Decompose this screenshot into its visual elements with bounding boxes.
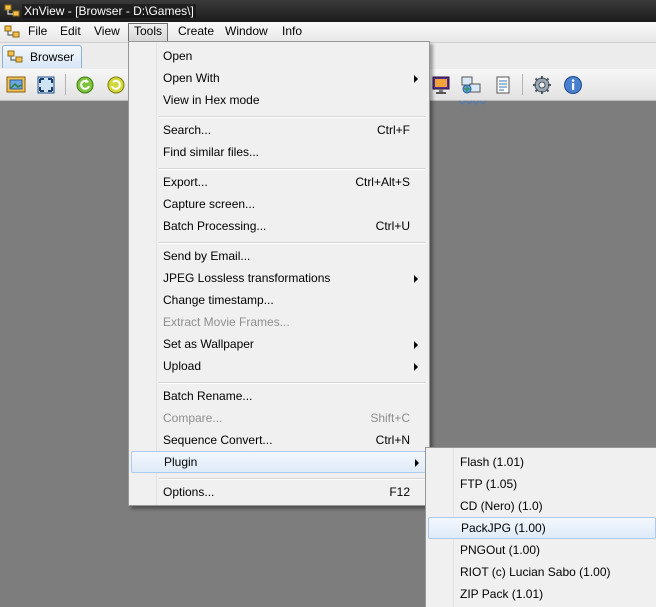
menu-separator <box>159 478 425 480</box>
menu-separator <box>159 242 425 244</box>
menu-item-label: Compare... <box>163 411 223 425</box>
menu-item-label: FTP (1.05) <box>460 477 518 491</box>
menu-item-label: PNGOut (1.00) <box>460 543 541 557</box>
plugin-item-riot[interactable]: RIOT (c) Lucian Sabo (1.00) <box>428 561 654 583</box>
menu-item-shortcut: F12 <box>389 485 410 499</box>
menu-item-label: Change timestamp... <box>163 293 274 307</box>
menu-item-upload[interactable]: Upload <box>131 355 427 377</box>
menu-item-label: RIOT (c) Lucian Sabo (1.00) <box>460 565 611 579</box>
menu-item-label: Flash (1.01) <box>460 455 525 469</box>
menu-info[interactable]: Info <box>277 23 307 40</box>
menu-item-set-wallpaper[interactable]: Set as Wallpaper <box>131 333 427 355</box>
menu-item-label: PackJPG (1.00) <box>461 521 546 535</box>
menu-item-label: Batch Processing... <box>163 219 267 233</box>
menu-item-shortcut: Ctrl+U <box>375 219 410 233</box>
menu-item-label: Search... <box>163 123 212 137</box>
menu-item-label: JPEG Lossless transformations <box>163 271 331 285</box>
menu-item-label: ZIP Pack (1.01) <box>460 587 544 601</box>
menu-item-shortcut: Shift+C <box>370 411 410 425</box>
settings-icon[interactable] <box>530 73 554 96</box>
submenu-arrow-icon <box>414 75 418 83</box>
network-icon[interactable] <box>459 73 483 96</box>
menu-item-open-with[interactable]: Open With <box>131 67 427 89</box>
tab-browser-label: Browser <box>30 50 75 64</box>
menu-separator <box>159 168 425 170</box>
open-image-icon[interactable] <box>4 73 28 96</box>
plugin-item-zip-pack[interactable]: ZIP Pack (1.01) <box>428 583 654 605</box>
title-bar: XnView - [Browser - D:\Games\] <box>0 0 656 22</box>
menu-item-label: CD (Nero) (1.0) <box>460 499 543 513</box>
menu-item-capture-screen[interactable]: Capture screen... <box>131 193 427 215</box>
menu-item-label: Capture screen... <box>163 197 256 211</box>
menu-item-label: Batch Rename... <box>163 389 253 403</box>
menu-item-jpeg-lossless[interactable]: JPEG Lossless transformations <box>131 267 427 289</box>
menu-item-export[interactable]: Export... Ctrl+Alt+S <box>131 171 427 193</box>
menu-item-batch-processing[interactable]: Batch Processing... Ctrl+U <box>131 215 427 237</box>
menu-bar: File Edit View Tools Create Window Info <box>0 22 656 43</box>
menu-item-label: View in Hex mode <box>163 93 260 107</box>
rotate-left-icon[interactable] <box>73 73 97 96</box>
menu-item-label: Extract Movie Frames... <box>163 315 290 329</box>
menu-edit[interactable]: Edit <box>55 23 86 40</box>
submenu-arrow-icon <box>415 459 419 467</box>
plugin-item-cd-nero[interactable]: CD (Nero) (1.0) <box>428 495 654 517</box>
menu-item-label: Find similar files... <box>163 145 260 159</box>
menu-item-find-similar[interactable]: Find similar files... <box>131 141 427 163</box>
menu-item-plugin[interactable]: Plugin <box>131 451 429 473</box>
menu-separator <box>159 116 425 118</box>
menu-item-label: Open With <box>163 71 220 85</box>
menu-item-label: Send by Email... <box>163 249 251 263</box>
info-icon[interactable] <box>561 73 585 96</box>
menu-item-label: Plugin <box>164 455 198 469</box>
submenu-arrow-icon <box>414 363 418 371</box>
menu-item-options[interactable]: Options... F12 <box>131 481 427 503</box>
menu-view[interactable]: View <box>89 23 125 40</box>
menu-file[interactable]: File <box>23 23 52 40</box>
browser-tab-icon <box>7 50 23 63</box>
toolbar-separator <box>522 74 523 95</box>
menu-item-change-timestamp[interactable]: Change timestamp... <box>131 289 427 311</box>
menu-item-label: Open <box>163 49 193 63</box>
menu-item-shortcut: Ctrl+Alt+S <box>355 175 410 189</box>
menu-create[interactable]: Create <box>173 23 219 40</box>
plugin-item-packjpg[interactable]: PackJPG (1.00) <box>428 517 656 539</box>
properties-icon[interactable] <box>491 73 515 96</box>
menu-item-batch-rename[interactable]: Batch Rename... <box>131 385 427 407</box>
plugin-item-pngout[interactable]: PNGOut (1.00) <box>428 539 654 561</box>
wallpaper-icon[interactable] <box>429 73 453 96</box>
menu-tools[interactable]: Tools <box>128 23 169 42</box>
plugin-item-ftp[interactable]: FTP (1.05) <box>428 473 654 495</box>
xnview-app-icon[interactable] <box>4 3 20 19</box>
menu-item-label: Upload <box>163 359 202 373</box>
menu-item-shortcut: Ctrl+F <box>377 123 410 137</box>
toolbar-separator <box>65 74 66 95</box>
tab-browser[interactable]: Browser <box>2 45 82 68</box>
menu-item-shortcut: Ctrl+N <box>375 433 410 447</box>
menu-item-label: Sequence Convert... <box>163 433 273 447</box>
plugin-item-flash[interactable]: Flash (1.01) <box>428 451 654 473</box>
menu-separator <box>159 382 425 384</box>
plugin-submenu: Flash (1.01) FTP (1.05) CD (Nero) (1.0) … <box>425 447 656 607</box>
menu-window[interactable]: Window <box>220 23 273 40</box>
menu-item-sequence-convert[interactable]: Sequence Convert... Ctrl+N <box>131 429 427 451</box>
menu-item-search[interactable]: Search... Ctrl+F <box>131 119 427 141</box>
menu-item-extract-movie-frames: Extract Movie Frames... <box>131 311 427 333</box>
rotate-right-icon[interactable] <box>104 73 128 96</box>
menu-item-send-email[interactable]: Send by Email... <box>131 245 427 267</box>
menu-item-open[interactable]: Open <box>131 45 427 67</box>
menu-item-label: Set as Wallpaper <box>163 337 254 351</box>
menu-item-label: Export... <box>163 175 208 189</box>
menu-item-label: Options... <box>163 485 215 499</box>
system-menu-icon[interactable] <box>4 24 20 40</box>
tools-menu: Open Open With View in Hex mode Search..… <box>128 41 430 506</box>
fullscreen-icon[interactable] <box>34 73 58 96</box>
toolbar-grip-icon[interactable] <box>457 100 489 106</box>
menu-item-compare: Compare... Shift+C <box>131 407 427 429</box>
submenu-arrow-icon <box>414 275 418 283</box>
submenu-arrow-icon <box>414 341 418 349</box>
window-title: XnView - [Browser - D:\Games\] <box>22 4 196 18</box>
menu-item-view-hex[interactable]: View in Hex mode <box>131 89 427 111</box>
